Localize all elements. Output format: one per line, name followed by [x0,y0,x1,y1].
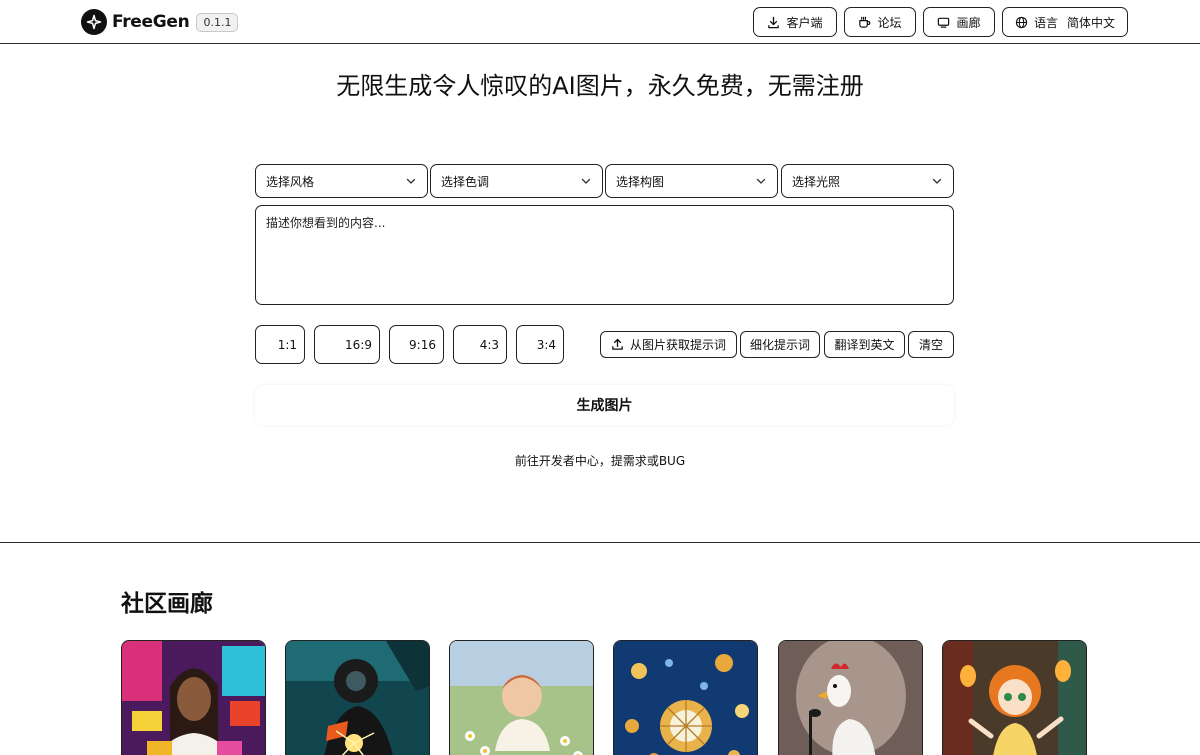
chevron-down-icon [756,178,766,184]
gallery-image-gems[interactable] [613,640,758,755]
globe-icon [1015,16,1028,28]
refine-prompt-button[interactable]: 细化提示词 [740,331,820,358]
forum-button[interactable]: 论坛 [844,7,916,37]
developer-center-link[interactable]: 前往开发者中心，提需求或BUG [0,452,1200,469]
language-label: 语言 [1033,15,1058,30]
generate-button[interactable]: 生成图片 [255,385,954,425]
language-value: 简体中文 [1067,15,1116,30]
gallery-image-diver-welding[interactable] [285,640,430,755]
ratio-9-16-button[interactable]: 9:16 [389,325,444,364]
upload-icon [612,338,623,350]
gallery-button-label: 画廊 [956,15,981,30]
chevron-down-icon [932,178,942,184]
section-divider [0,542,1200,543]
ratio-4-3-button[interactable]: 4:3 [453,325,507,364]
tone-select-value: 选择色调 [441,174,490,189]
composition-select-value: 选择构图 [616,174,665,189]
clear-button[interactable]: 清空 [908,331,954,358]
lighting-select[interactable]: 选择光照 [781,164,954,198]
chevron-down-icon [406,178,416,184]
client-button-label: 客户端 [786,15,823,30]
translate-button[interactable]: 翻译到英文 [824,331,905,358]
language-button[interactable]: 语言 简体中文 [1002,7,1128,37]
image-to-prompt-label: 从图片获取提示词 [629,338,726,352]
coffee-cup-icon [859,16,871,28]
client-button[interactable]: 客户端 [753,7,837,37]
lighting-select-value: 选择光照 [792,174,841,189]
ratio-1-1-button[interactable]: 1:1 [255,325,305,364]
gallery-title: 社区画廊 [121,591,213,617]
gallery-button[interactable]: 画廊 [923,7,995,37]
hero-title: 无限生成令人惊叹的AI图片，永久免费，无需注册 [336,72,864,100]
sparkle-icon [81,9,107,35]
gallery-image-anime-girl[interactable] [942,640,1087,755]
gallery-image-baby-flowers[interactable] [449,640,594,755]
style-select[interactable]: 选择风格 [255,164,428,198]
chevron-down-icon [581,178,591,184]
monitor-icon [938,17,950,28]
brand-name: FreeGen [112,12,190,32]
download-icon [768,16,780,28]
prompt-input[interactable] [255,205,954,305]
gallery-image-chicken[interactable] [778,640,923,755]
gallery-image-neon-portrait[interactable] [121,640,266,755]
ratio-3-4-button[interactable]: 3:4 [516,325,564,364]
brand-logo[interactable]: FreeGen 0.1.1 [81,9,239,35]
ratio-16-9-button[interactable]: 16:9 [314,325,380,364]
image-to-prompt-button[interactable]: 从图片获取提示词 [600,331,737,358]
version-badge: 0.1.1 [196,12,239,32]
top-header: FreeGen 0.1.1 客户端 论坛 画廊 语言 简体中文 [0,0,1200,44]
tone-select[interactable]: 选择色调 [430,164,603,198]
composition-select[interactable]: 选择构图 [605,164,778,198]
style-select-value: 选择风格 [266,174,315,189]
forum-button-label: 论坛 [877,15,902,30]
